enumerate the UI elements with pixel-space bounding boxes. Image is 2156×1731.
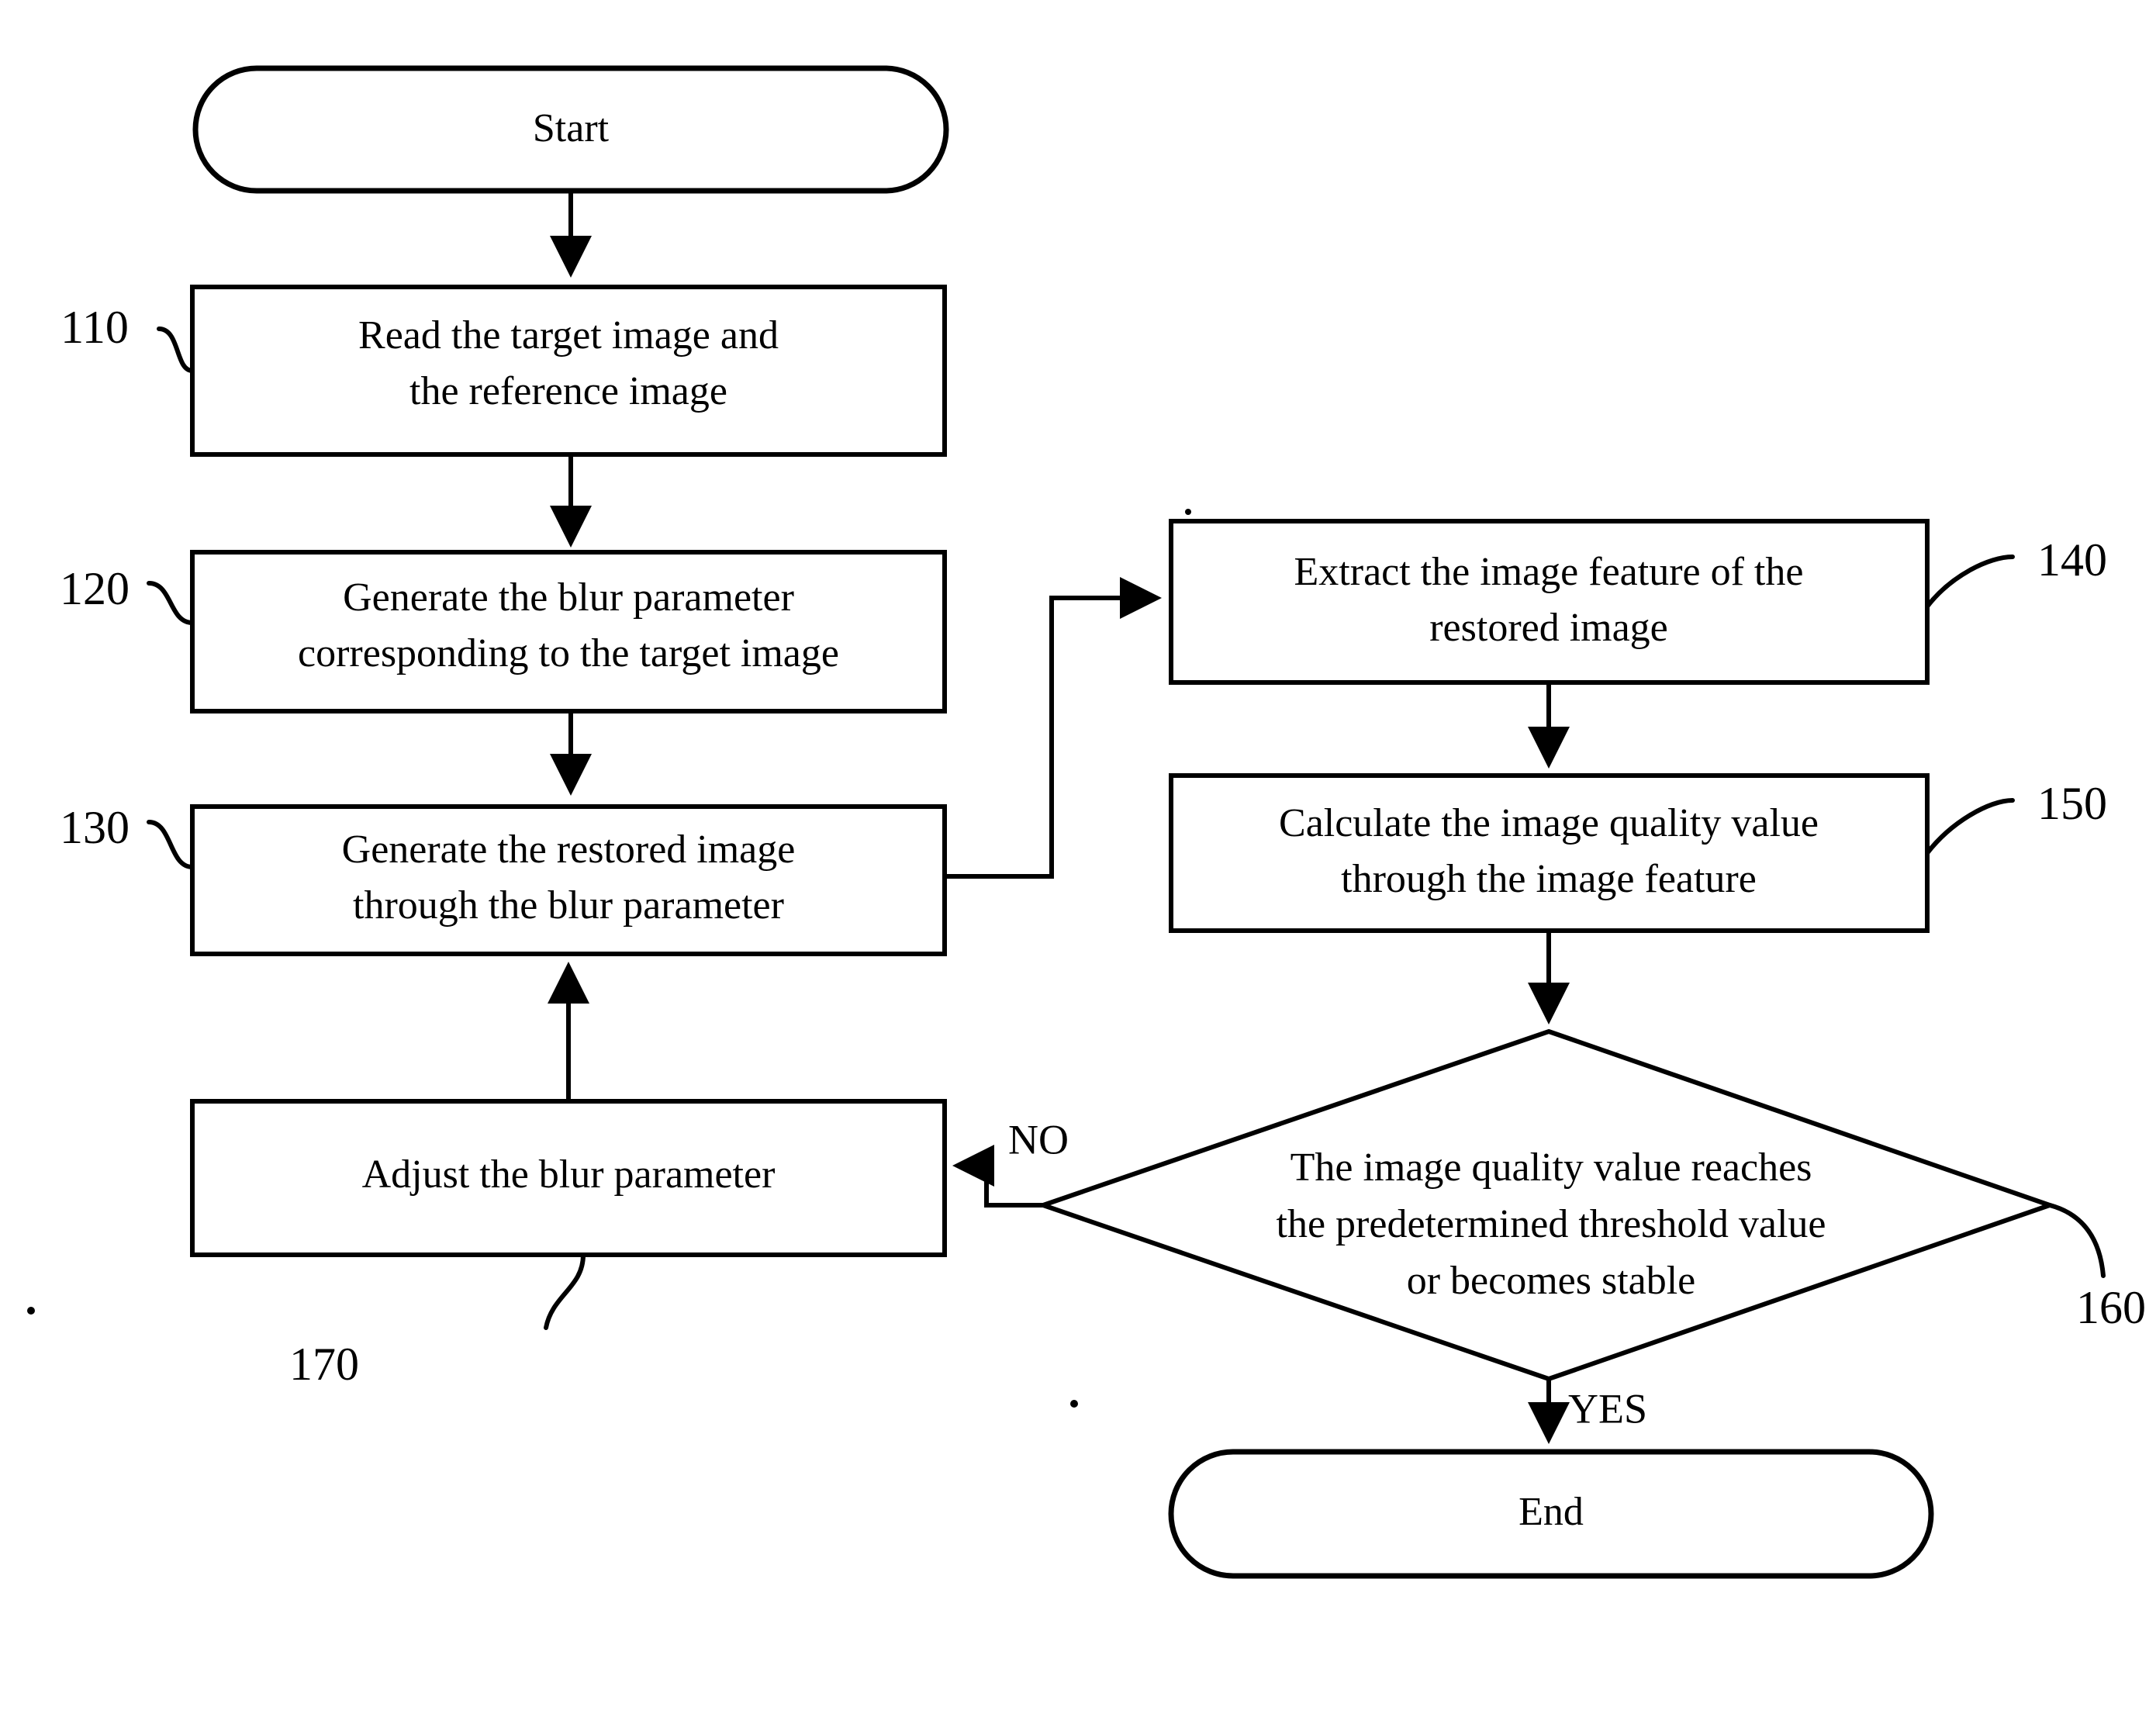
decision-160-line1: The image quality value reaches — [1290, 1145, 1812, 1190]
box-150-line2: through the image feature — [1341, 857, 1757, 901]
ref-label-120: 120 — [60, 563, 130, 614]
decision-160-line2: the predetermined threshold value — [1277, 1202, 1826, 1246]
box-130-line2: through the blur parameter — [353, 883, 784, 928]
box-120-line2: corresponding to the target image — [298, 631, 839, 675]
flowchart-svg: Start Read the target image and the refe… — [27, 65, 2146, 1579]
end-label: End — [1519, 1490, 1584, 1534]
edge-label-yes: YES — [1568, 1385, 1647, 1432]
box-120-line1: Generate the blur parameter — [343, 575, 794, 620]
ref-label-150: 150 — [2037, 778, 2107, 829]
flowchart-canvas: Start Read the target image and the refe… — [0, 0, 2156, 1731]
leader-line-120 — [147, 581, 195, 625]
ref-label-160: 160 — [2076, 1282, 2146, 1333]
leader-line-140 — [1925, 555, 2015, 609]
box-150-line1: Calculate the image quality value — [1279, 801, 1819, 845]
leader-line-150 — [1925, 798, 2015, 855]
leader-line-110 — [157, 327, 195, 373]
leader-line-160 — [2047, 1203, 2106, 1278]
ref-label-110: 110 — [60, 302, 129, 353]
box-130-line1: Generate the restored image — [342, 827, 796, 872]
decision-160-line3: or becomes stable — [1407, 1259, 1696, 1303]
box-170-line1: Adjust the blur parameter — [362, 1152, 776, 1197]
ref-label-130: 130 — [60, 802, 130, 853]
box-110-line2: the reference image — [409, 369, 727, 413]
box-110-line1: Read the target image and — [358, 313, 779, 358]
ref-label-140: 140 — [2037, 534, 2107, 586]
scan-speck — [1185, 509, 1191, 515]
box-140-line2: restored image — [1429, 606, 1668, 650]
scan-speck — [1070, 1400, 1078, 1408]
process-box-140 — [1169, 519, 1930, 685]
process-box-150 — [1169, 773, 1930, 933]
box-140-line1: Extract the image feature of the — [1294, 550, 1804, 594]
edge-130-to-140 — [945, 577, 1162, 879]
edge-160-to-170-no — [952, 1145, 1043, 1208]
ref-label-170: 170 — [289, 1339, 359, 1390]
start-label: Start — [533, 106, 610, 150]
edge-label-no: NO — [1008, 1116, 1069, 1163]
leader-line-170 — [544, 1252, 586, 1330]
scan-speck — [27, 1307, 35, 1315]
leader-line-130 — [147, 820, 195, 869]
